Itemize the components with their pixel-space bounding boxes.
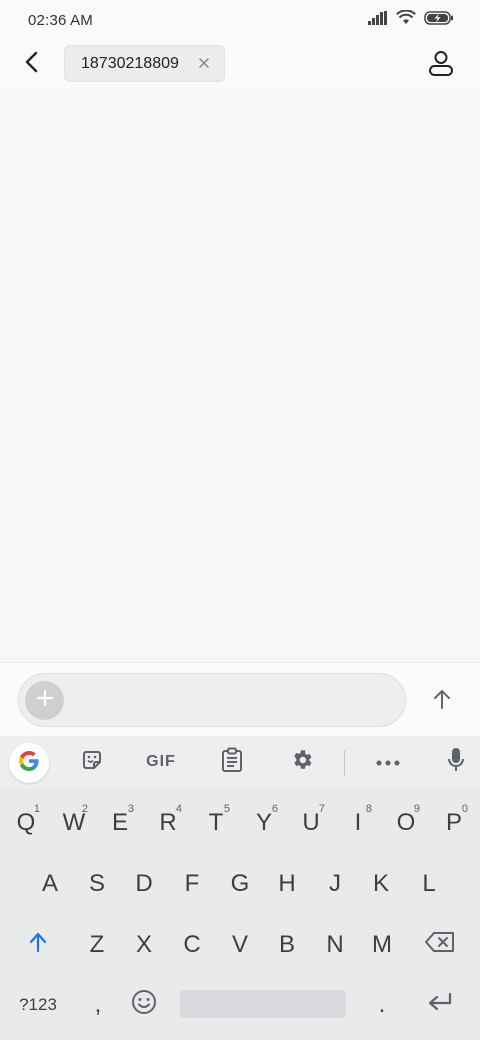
- shift-icon: [28, 931, 48, 960]
- key-u[interactable]: U7: [291, 797, 331, 849]
- emoji-key[interactable]: [124, 979, 164, 1031]
- key-g[interactable]: G: [220, 858, 260, 910]
- key-t[interactable]: T5: [196, 797, 236, 849]
- key-j[interactable]: J: [315, 858, 355, 910]
- key-r[interactable]: R4: [148, 797, 188, 849]
- contact-button[interactable]: [424, 48, 458, 82]
- gear-icon: [290, 748, 314, 777]
- back-arrow-icon: [24, 50, 40, 79]
- plus-icon: [36, 689, 54, 712]
- recipient-chip[interactable]: 18730218809: [64, 45, 225, 82]
- google-button[interactable]: [9, 743, 49, 783]
- key-a[interactable]: A: [30, 858, 70, 910]
- backspace-key[interactable]: [420, 919, 460, 971]
- key-v[interactable]: V: [220, 919, 260, 971]
- message-input[interactable]: [18, 673, 406, 727]
- key-e[interactable]: E3: [100, 797, 140, 849]
- key-b[interactable]: B: [267, 919, 307, 971]
- backspace-icon: [425, 931, 455, 959]
- enter-icon: [427, 991, 453, 1019]
- clipboard-button[interactable]: [216, 746, 248, 778]
- toolbar-divider: [344, 750, 345, 776]
- key-x[interactable]: X: [124, 919, 164, 971]
- key-l[interactable]: L: [409, 858, 449, 910]
- send-button[interactable]: [428, 687, 456, 715]
- status-bar: 02:36 AM: [0, 0, 480, 40]
- key-z[interactable]: Z: [77, 919, 117, 971]
- compose-bar: [0, 662, 480, 736]
- mic-icon: [447, 747, 465, 778]
- key-w[interactable]: W2: [54, 797, 94, 849]
- sticker-icon: [80, 748, 104, 777]
- recipient-number: 18730218809: [81, 54, 179, 72]
- emoji-icon: [131, 989, 157, 1022]
- symbols-key[interactable]: ?123: [14, 979, 62, 1031]
- clipboard-icon: [221, 747, 243, 778]
- attach-button[interactable]: [25, 681, 64, 720]
- key-k[interactable]: K: [361, 858, 401, 910]
- key-m[interactable]: M: [362, 919, 402, 971]
- key-f[interactable]: F: [172, 858, 212, 910]
- gif-label: GIF: [146, 753, 176, 770]
- status-icons: [368, 9, 454, 30]
- shift-key[interactable]: [18, 919, 58, 971]
- settings-button[interactable]: [286, 746, 318, 778]
- more-icon: [376, 753, 400, 771]
- close-icon[interactable]: [196, 55, 212, 71]
- sticker-button[interactable]: [76, 746, 108, 778]
- key-n[interactable]: N: [315, 919, 355, 971]
- mic-button[interactable]: [440, 746, 472, 778]
- conversation-header: 18730218809: [0, 40, 480, 90]
- key-i[interactable]: I8: [338, 797, 378, 849]
- enter-key[interactable]: [420, 979, 460, 1031]
- messaging-screen: 02:36 AM 18730218809 GIF Q 1 W 2 E 3 R 4…: [0, 0, 480, 1040]
- key-p[interactable]: P0: [434, 797, 474, 849]
- google-icon: [17, 749, 41, 778]
- wifi-icon: [396, 9, 416, 30]
- signal-icon: [368, 10, 388, 30]
- key-y[interactable]: Y6: [244, 797, 284, 849]
- space-key[interactable]: [180, 990, 346, 1018]
- status-time: 02:36 AM: [28, 11, 93, 29]
- person-icon: [427, 49, 455, 82]
- keyboard-toolbar: GIF: [0, 736, 480, 788]
- gif-button[interactable]: GIF: [138, 746, 184, 778]
- comma-key[interactable]: ,: [78, 979, 118, 1031]
- key-q[interactable]: Q1: [6, 797, 46, 849]
- keyboard: GIF Q 1 W 2 E 3 R 4 T 5 Y 6 U 7 I 8 O 9 …: [0, 736, 480, 1040]
- key-c[interactable]: C: [172, 919, 212, 971]
- key-d[interactable]: D: [124, 858, 164, 910]
- period-key[interactable]: .: [362, 979, 402, 1031]
- arrow-up-icon: [432, 688, 452, 715]
- conversation-area: [0, 90, 480, 662]
- key-s[interactable]: S: [77, 858, 117, 910]
- battery-charging-icon: [424, 10, 454, 30]
- more-button[interactable]: [372, 746, 404, 778]
- key-h[interactable]: H: [267, 858, 307, 910]
- key-o[interactable]: O9: [386, 797, 426, 849]
- back-button[interactable]: [18, 48, 46, 80]
